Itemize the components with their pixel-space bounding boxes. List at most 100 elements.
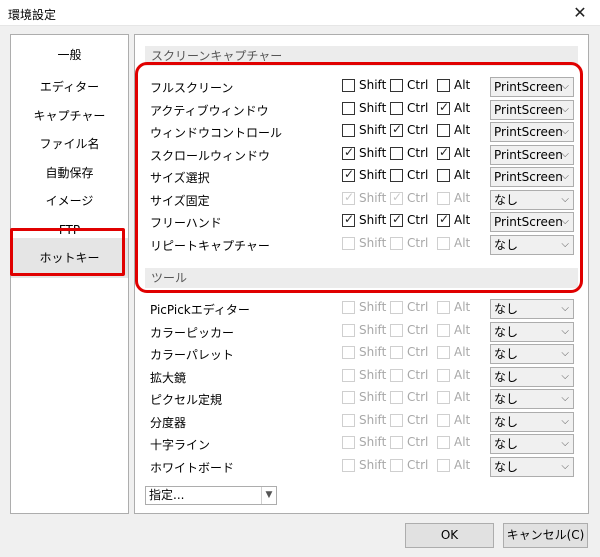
sidebar-item-capture[interactable]: キャプチャー <box>11 105 128 127</box>
key-select[interactable]: なし ⌵ <box>490 456 574 477</box>
shift-label: Shift <box>359 457 387 472</box>
hotkey-row: PicPickエディター Shift Ctrl Alt なし ⌵ <box>135 298 588 320</box>
hotkey-row: 十字ライン Shift Ctrl Alt なし ⌵ <box>135 433 588 455</box>
hotkey-row: 分度器 Shift Ctrl Alt なし ⌵ <box>135 411 588 433</box>
checkbox-box <box>342 391 355 404</box>
hotkey-label: 分度器 <box>150 415 187 430</box>
hotkey-row: 拡大鏡 Shift Ctrl Alt なし ⌵ <box>135 366 588 388</box>
chevron-down-icon[interactable]: ⌵ <box>561 435 569 453</box>
alt-label: Alt <box>454 345 471 359</box>
ctrl-label: Ctrl <box>407 435 429 449</box>
alt-label: Alt <box>454 367 471 382</box>
checkbox-box <box>437 323 450 337</box>
alt-label: Alt <box>454 412 471 427</box>
checkbox-box <box>437 458 450 472</box>
checkbox-box <box>342 436 355 449</box>
window-title: 環境設定 <box>8 8 57 22</box>
chevron-down-icon[interactable]: ⌵ <box>561 413 569 431</box>
close-icon[interactable]: ✕ <box>560 0 600 26</box>
sidebar-item-editor[interactable]: エディター <box>11 76 128 98</box>
ctrl-label: Ctrl <box>407 457 429 472</box>
hotkey-row: カラーパレット Shift Ctrl Alt なし ⌵ <box>135 343 588 365</box>
alt-label: Alt <box>454 300 471 314</box>
shift-label: Shift <box>359 322 387 337</box>
sidebar-item-autosave[interactable]: 自動保存 <box>11 162 128 184</box>
checkbox-box <box>342 413 355 427</box>
checkbox-box <box>437 436 450 449</box>
key-select[interactable]: なし ⌵ <box>490 321 574 342</box>
key-select[interactable]: なし ⌵ <box>490 411 574 432</box>
hotkey-label: ピクセル定規 <box>150 393 223 407</box>
shift-label: Shift <box>359 300 387 314</box>
checkbox-box <box>342 458 355 472</box>
chevron-down-icon[interactable]: ⌵ <box>561 345 569 363</box>
checkbox-box <box>437 346 450 359</box>
hotkey-row: ピクセル定規 Shift Ctrl Alt なし ⌵ <box>135 388 588 410</box>
hotkey-row: カラーピッカー Shift Ctrl Alt なし ⌵ <box>135 321 588 343</box>
chevron-down-icon[interactable]: ⌵ <box>561 390 569 408</box>
key-select-value: なし <box>494 459 519 474</box>
sidebar-item-image[interactable]: イメージ <box>11 190 128 212</box>
checkbox-box <box>390 301 403 314</box>
hotkey-label: カラーピッカー <box>150 325 235 340</box>
key-select[interactable]: なし ⌵ <box>490 434 574 454</box>
checkbox-box <box>437 301 450 314</box>
key-select-value: なし <box>494 347 519 361</box>
checkbox-box <box>342 368 355 382</box>
key-select-value: なし <box>494 437 519 451</box>
annotation-highlight-capture <box>135 62 583 293</box>
title-bar: 環境設定 ✕ <box>0 0 600 26</box>
shift-label: Shift <box>359 390 387 404</box>
hotkey-label: カラーパレット <box>150 348 234 362</box>
chevron-down-icon[interactable]: ⌵ <box>561 300 569 318</box>
checkbox-box <box>342 346 355 359</box>
checkbox-box <box>390 391 403 404</box>
alt-label: Alt <box>454 435 471 449</box>
key-select[interactable]: なし ⌵ <box>490 366 574 387</box>
ok-button[interactable]: OK <box>405 523 494 548</box>
shift-label: Shift <box>359 367 387 382</box>
shift-label: Shift <box>359 412 387 427</box>
checkbox-box <box>390 458 403 472</box>
sidebar-item-general[interactable]: 一般 <box>11 44 128 66</box>
ctrl-label: Ctrl <box>407 322 429 337</box>
shift-label: Shift <box>359 345 387 359</box>
key-select[interactable]: なし ⌵ <box>490 299 574 319</box>
ctrl-label: Ctrl <box>407 345 429 359</box>
annotation-highlight-sidebar <box>10 228 125 276</box>
chevron-down-icon[interactable]: ⌵ <box>561 458 569 476</box>
ctrl-label: Ctrl <box>407 390 429 404</box>
preset-value: 指定... <box>149 488 185 502</box>
chevron-down-icon[interactable]: ▼ <box>261 487 276 504</box>
hotkey-row: ホワイトボード Shift Ctrl Alt なし ⌵ <box>135 456 588 478</box>
key-select-value: なし <box>494 414 519 429</box>
hotkey-label: 十字ライン <box>150 438 211 452</box>
key-select-value: なし <box>494 392 519 406</box>
checkbox-box <box>437 391 450 404</box>
checkbox-box <box>390 323 403 337</box>
chevron-down-icon[interactable]: ⌵ <box>561 323 569 341</box>
hotkey-label: ホワイトボード <box>150 460 235 475</box>
checkbox-box <box>437 368 450 382</box>
checkbox-box <box>342 323 355 337</box>
key-select[interactable]: なし ⌵ <box>490 344 574 364</box>
key-select-value: なし <box>494 324 519 339</box>
ctrl-label: Ctrl <box>407 412 429 427</box>
sidebar-item-filename[interactable]: ファイル名 <box>11 133 128 155</box>
ctrl-label: Ctrl <box>407 367 429 382</box>
hotkey-label: PicPickエディター <box>150 303 250 317</box>
alt-label: Alt <box>454 322 471 337</box>
chevron-down-icon[interactable]: ⌵ <box>561 368 569 386</box>
checkbox-box <box>390 368 403 382</box>
preset-combo[interactable]: 指定... ▼ <box>145 486 277 505</box>
key-select[interactable]: なし ⌵ <box>490 389 574 409</box>
checkbox-box <box>342 301 355 314</box>
shift-label: Shift <box>359 435 387 449</box>
cancel-button[interactable]: キャンセル(C) <box>503 523 588 548</box>
checkbox-box <box>390 413 403 427</box>
checkbox-box <box>390 346 403 359</box>
checkbox-box <box>437 413 450 427</box>
alt-label: Alt <box>454 457 471 472</box>
alt-label: Alt <box>454 390 471 404</box>
hotkey-label: 拡大鏡 <box>150 370 187 385</box>
